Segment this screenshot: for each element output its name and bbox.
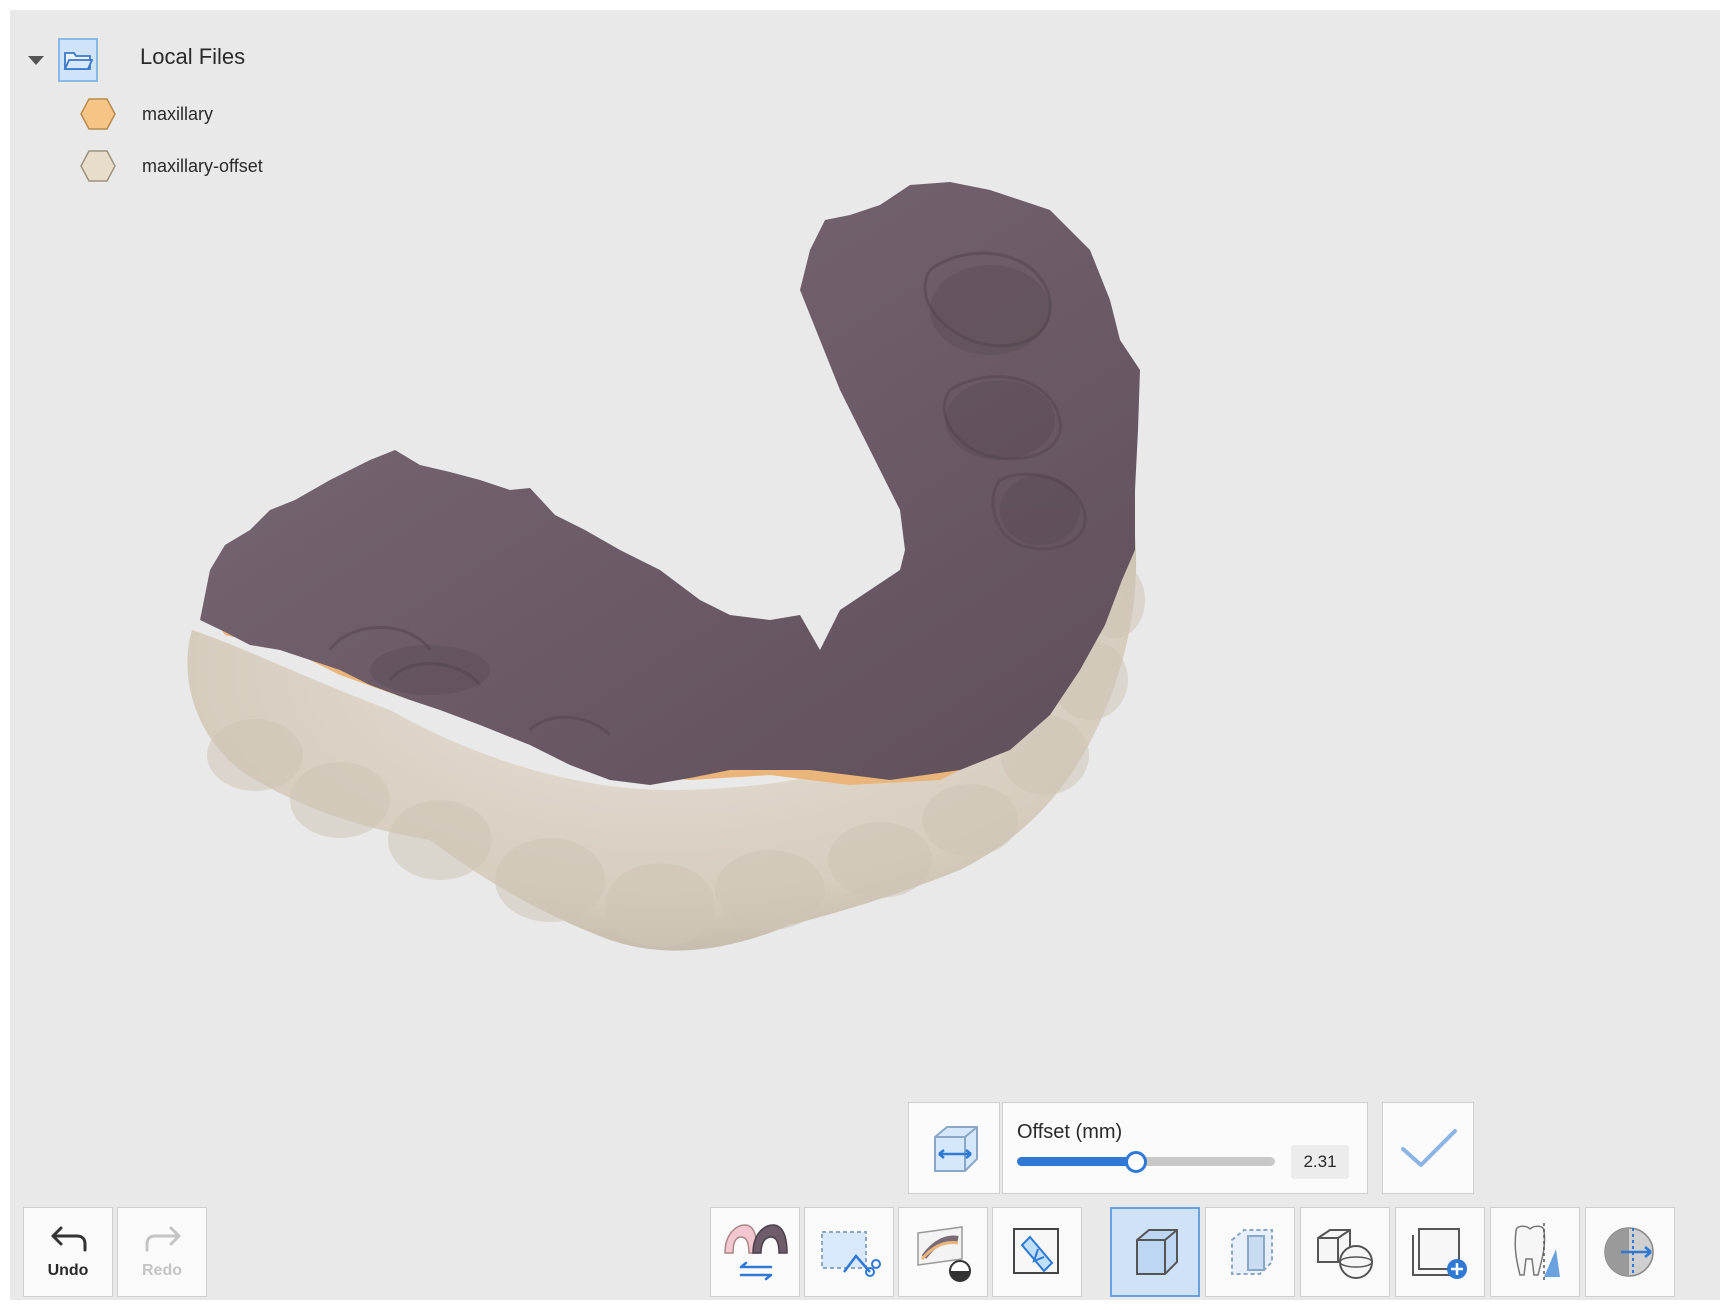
cube-sphere-icon: [1317, 1229, 1373, 1279]
offset-label: Offset (mm): [1017, 1121, 1123, 1143]
offset-box-icon: [934, 1126, 978, 1172]
tool-jaw-switch[interactable]: [710, 1207, 800, 1297]
tree-item-maxillary[interactable]: maxillary: [80, 96, 213, 132]
slider-fill: [1017, 1157, 1136, 1166]
redo-arrow-icon: [145, 1226, 181, 1252]
undo-arrow-icon: [51, 1226, 87, 1252]
tree-item-label: maxillary-offset: [142, 155, 263, 176]
mesh-color-icon: [80, 98, 116, 130]
tool-tooth-clip[interactable]: [1490, 1207, 1580, 1297]
collapse-caret-icon[interactable]: [28, 55, 44, 65]
offset-mode-button[interactable]: [908, 1102, 1000, 1194]
checkmark-icon: [1401, 1129, 1457, 1167]
tool-annotate[interactable]: [992, 1207, 1082, 1297]
folder-icon: [58, 38, 98, 82]
tooth-clip-icon: [1514, 1223, 1560, 1281]
redo-button[interactable]: Redo: [117, 1207, 207, 1297]
tree-item-maxillary-offset[interactable]: maxillary-offset: [80, 148, 263, 184]
tool-cross-section[interactable]: [898, 1207, 988, 1297]
undo-label: Undo: [47, 1262, 89, 1279]
offset-value-input[interactable]: 2.31: [1291, 1145, 1349, 1179]
3d-viewport[interactable]: Local Files maxillary maxillary-offset O…: [10, 10, 1720, 1300]
tool-add-view[interactable]: [1395, 1207, 1485, 1297]
offset-slider[interactable]: [1017, 1151, 1275, 1173]
offset-panel: Offset (mm) 2.31: [1002, 1102, 1368, 1194]
transparent-box-icon: [1231, 1229, 1273, 1275]
mesh-color-icon: [80, 150, 116, 182]
undo-button[interactable]: Undo: [23, 1207, 113, 1297]
jaw-switch-icon: [724, 1224, 788, 1281]
tool-transparent-view[interactable]: [1205, 1207, 1295, 1297]
tool-cube-sphere[interactable]: [1300, 1207, 1390, 1297]
tool-solid-view[interactable]: [1110, 1207, 1200, 1297]
tool-globe-direction[interactable]: [1585, 1207, 1675, 1297]
tool-select-trim[interactable]: [804, 1207, 894, 1297]
tree-item-label: maxillary: [142, 103, 214, 124]
select-trim-icon: [821, 1231, 881, 1277]
redo-label: Redo: [142, 1262, 182, 1279]
globe-direction-icon: [1604, 1227, 1654, 1277]
confirm-button[interactable]: [1382, 1102, 1474, 1194]
cross-section-icon: [917, 1226, 971, 1282]
tree-header[interactable]: [28, 32, 98, 88]
slider-thumb[interactable]: [1124, 1151, 1147, 1173]
add-view-icon: [1412, 1228, 1467, 1279]
tree-title: Local Files: [140, 44, 246, 69]
solid-box-icon: [1136, 1229, 1178, 1275]
annotate-tool-icon: [1013, 1228, 1059, 1274]
